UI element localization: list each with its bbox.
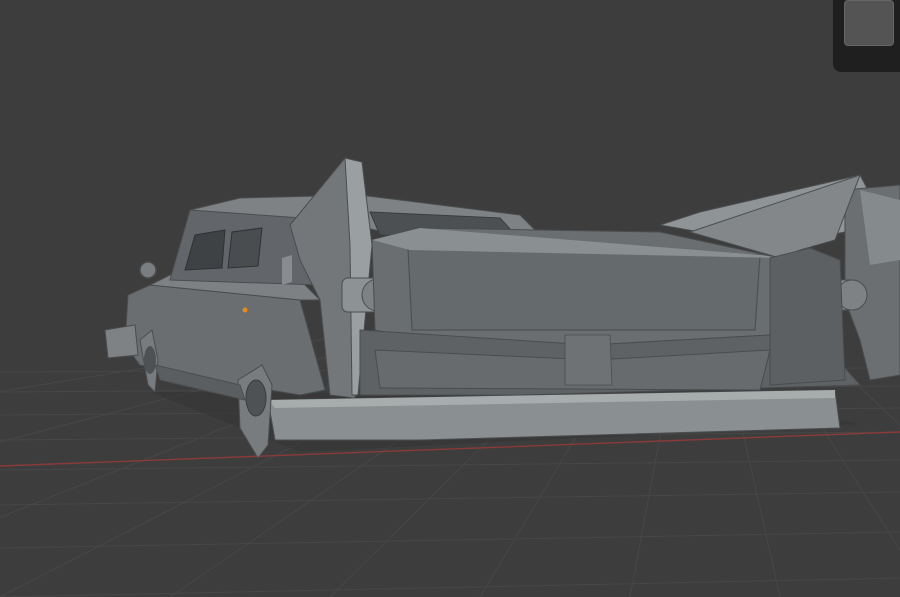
viewport-gizmo-icon[interactable] — [844, 0, 894, 46]
navigation-gizmo-panel[interactable] — [833, 0, 900, 72]
3d-viewport[interactable] — [0, 0, 900, 597]
viewport-scene[interactable] — [0, 0, 900, 597]
car-mesh[interactable] — [104, 157, 900, 459]
origin-marker-icon — [242, 307, 248, 313]
